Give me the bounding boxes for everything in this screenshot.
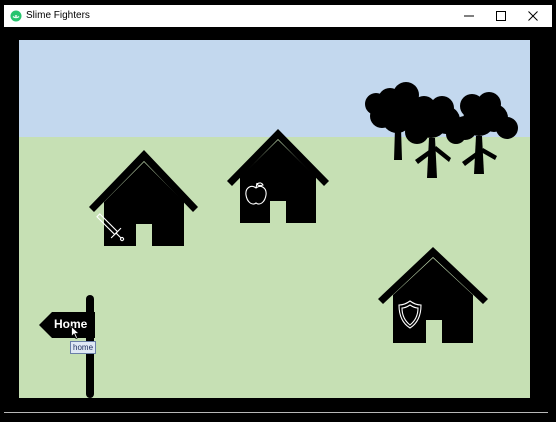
maximize-button[interactable] — [484, 5, 518, 27]
minimize-button[interactable] — [452, 5, 486, 27]
mouse-cursor-icon — [71, 326, 80, 339]
app-window: Slime Fighters Home home — [0, 0, 556, 422]
close-button[interactable] — [516, 5, 550, 27]
slime-icon — [10, 10, 22, 22]
window-title: Slime Fighters — [26, 10, 90, 21]
close-icon — [528, 11, 538, 21]
maximize-icon — [496, 11, 506, 21]
minimize-icon — [464, 15, 474, 17]
window-bottom-edge — [4, 412, 548, 413]
home-tooltip: home — [70, 341, 97, 354]
title-bar[interactable]: Slime Fighters — [4, 5, 552, 27]
